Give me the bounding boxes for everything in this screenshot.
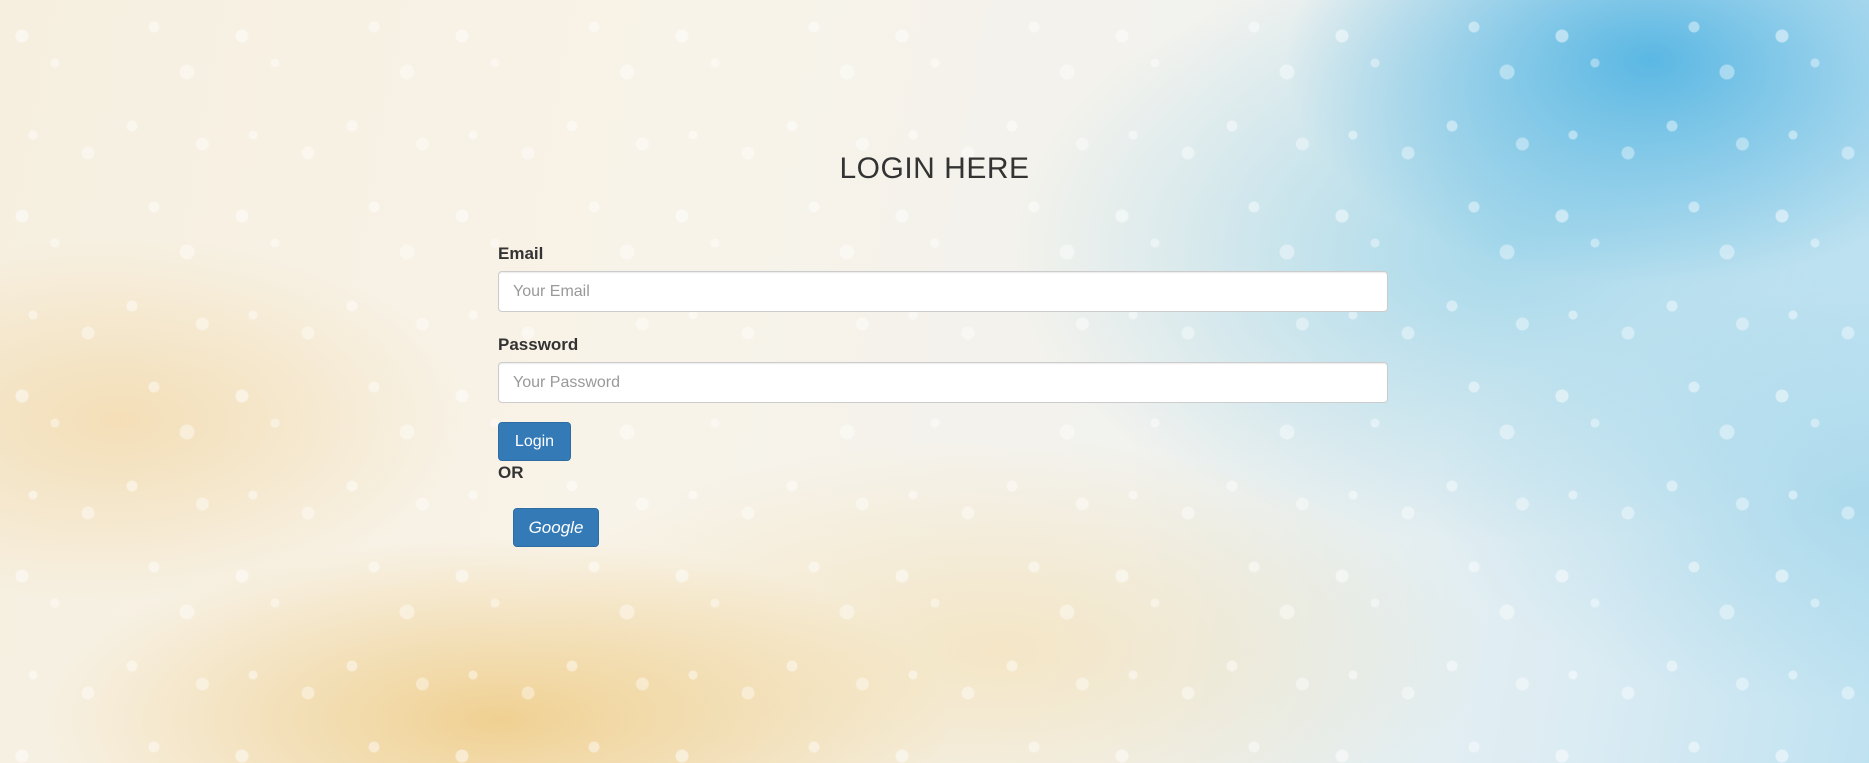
password-label: Password (498, 335, 579, 354)
login-button[interactable]: Login (498, 422, 571, 461)
email-label: Email (498, 244, 544, 263)
email-group: Email (498, 244, 1388, 312)
login-form: Email Password Login OR Google (498, 244, 1388, 547)
google-login-button[interactable]: Google (513, 508, 599, 547)
password-field[interactable] (498, 362, 1388, 403)
or-separator: OR (498, 463, 524, 482)
password-group: Password (498, 335, 1388, 403)
page-title: LOGIN HERE (839, 152, 1030, 185)
email-field[interactable] (498, 271, 1388, 312)
